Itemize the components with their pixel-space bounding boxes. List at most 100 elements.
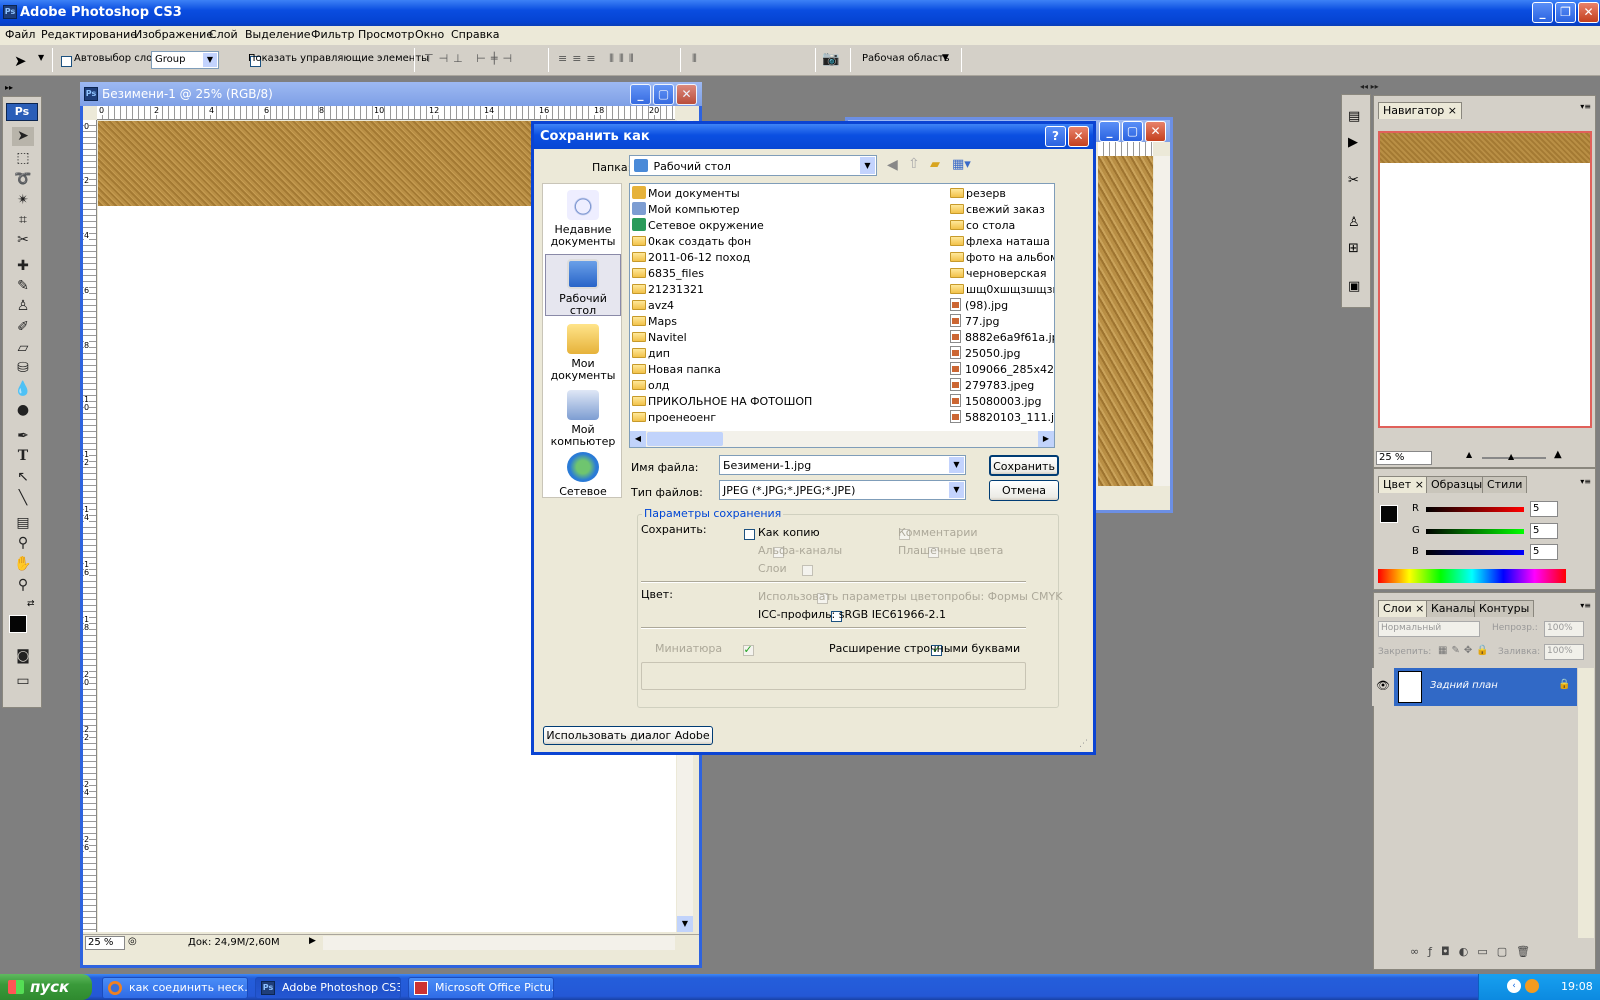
quick-mask-icon[interactable]: ◙	[12, 647, 34, 666]
layer-comps-icon[interactable]: ▣	[1348, 279, 1360, 294]
folder-item[interactable]: фото на альбом	[950, 250, 1054, 266]
scroll-thumb[interactable]	[647, 432, 723, 446]
menu-image[interactable]: Изображение	[134, 28, 213, 41]
menu-help[interactable]: Справка	[451, 28, 499, 41]
folder-item[interactable]: ПРИКОЛЬНОЕ НА ФОТОШОП	[632, 394, 812, 410]
navigator-tab[interactable]: Навигатор ×	[1378, 102, 1463, 119]
menu-layer[interactable]: Слой	[209, 28, 238, 41]
folder-item[interactable]: черноверская	[950, 266, 1046, 282]
folder-item[interactable]: 0как создать фон	[632, 234, 751, 250]
place-my-computer[interactable]: Мой компьютер	[545, 390, 621, 450]
panel-menu-icon[interactable]: ▾≡	[1580, 102, 1591, 111]
folder-item[interactable]: 6835_files	[632, 266, 704, 282]
scroll-down-icon[interactable]: ▼	[677, 916, 693, 932]
use-adobe-dialog-button[interactable]: Использовать диалог Adobe	[543, 726, 713, 745]
file-item[interactable]: 58820103_111.jpg	[950, 410, 1054, 426]
file-list[interactable]: ◀ ▶ Мои документы Мой компьютер Сетевое ок…	[629, 183, 1055, 448]
chevron-down-icon[interactable]: ▼	[949, 457, 964, 473]
autoselect-checkbox[interactable]	[61, 55, 72, 67]
layer-row[interactable]: 👁 Задний план 🔒	[1372, 668, 1577, 706]
type-tool-icon[interactable]: T	[12, 447, 34, 466]
paint-bucket-icon[interactable]: ⛁	[12, 359, 34, 378]
view-menu-icon[interactable]: ▦▾	[952, 157, 971, 172]
foreground-color-swatch[interactable]	[9, 615, 27, 633]
doc-maximize-button[interactable]: ▢	[653, 84, 674, 105]
folder-item[interactable]: дип	[632, 346, 670, 362]
file-item[interactable]: 25050.jpg	[950, 346, 1021, 362]
zoom-in-icon[interactable]: ▲	[1554, 449, 1562, 460]
magic-wand-icon[interactable]: ✴	[12, 191, 34, 210]
screen-mode-icon[interactable]: ▭	[12, 672, 34, 691]
location-item[interactable]: Мой компьютер	[632, 202, 740, 218]
navigator-zoom-field[interactable]: 25 %	[1376, 451, 1432, 465]
r-value[interactable]: 5	[1530, 501, 1558, 517]
history-panel-icon[interactable]: ▤	[1348, 109, 1360, 124]
folder-item[interactable]: проенеоенг	[632, 410, 716, 426]
file-list-hscroll[interactable]: ◀ ▶	[630, 431, 1054, 447]
folder-dropdown[interactable]: Рабочий стол ▼	[629, 155, 877, 176]
eye-icon[interactable]: 👁	[1372, 668, 1394, 706]
pen-tool-icon[interactable]: ✒	[12, 427, 34, 446]
channels-tab[interactable]: Каналы	[1426, 600, 1481, 617]
path-selection-icon[interactable]: ↖	[12, 468, 34, 487]
move-tool-icon[interactable]: ➤	[12, 127, 34, 146]
dodge-tool-icon[interactable]: ●	[12, 401, 34, 420]
place-recent[interactable]: Недавние документы	[545, 190, 621, 254]
brush-tool-icon[interactable]: ✎	[12, 277, 34, 296]
hand-tool-icon[interactable]: ✋	[12, 555, 34, 574]
b-slider[interactable]	[1426, 550, 1524, 555]
folder-item[interactable]: Navitel	[632, 330, 687, 346]
start-button[interactable]: пуск	[0, 974, 92, 1000]
help-button[interactable]: ?	[1045, 126, 1066, 147]
styles-tab[interactable]: Стили	[1482, 476, 1528, 493]
doc-minimize-button[interactable]: _	[630, 84, 651, 105]
folder-item[interactable]: 21231321	[632, 282, 704, 298]
eyedropper-icon[interactable]: ⚲	[12, 534, 34, 553]
back-icon[interactable]: ◀	[887, 157, 898, 173]
folder-item[interactable]: флеха наташа	[950, 234, 1050, 250]
paths-tab[interactable]: Контуры	[1474, 600, 1535, 617]
tray-arrow-icon[interactable]: ‹	[1507, 979, 1521, 993]
color-tab[interactable]: Цвет ×	[1378, 476, 1429, 493]
move-tool-preset-icon[interactable]: ➤	[14, 52, 27, 70]
zoom-field[interactable]: 25 %	[85, 936, 125, 950]
swap-colors-icon[interactable]: ⇄	[27, 599, 35, 609]
new-folder-icon[interactable]: ▰	[930, 157, 940, 172]
doc2-minimize-button[interactable]: _	[1099, 121, 1120, 142]
color-spectrum[interactable]	[1378, 569, 1566, 583]
dialog-close-button[interactable]: ✕	[1068, 126, 1089, 147]
blur-tool-icon[interactable]: 💧	[12, 380, 34, 399]
folder-item[interactable]: резерв	[950, 186, 1006, 202]
doc2-canvas[interactable]	[1098, 156, 1153, 486]
menu-file[interactable]: Файл	[5, 28, 35, 41]
g-value[interactable]: 5	[1530, 523, 1558, 539]
zoom-slider-thumb[interactable]: ▲	[1508, 452, 1514, 461]
scroll-right-icon[interactable]: ▶	[1038, 431, 1054, 447]
layers-scrollbar[interactable]	[1578, 668, 1594, 938]
autoselect-dropdown[interactable]: Group ▼	[151, 51, 219, 69]
g-slider[interactable]	[1426, 529, 1524, 534]
as-copy-checkbox[interactable]	[744, 528, 755, 540]
place-desktop[interactable]: Рабочий стол	[545, 254, 621, 317]
file-item[interactable]: 15080003.jpg	[950, 394, 1042, 410]
align-icons[interactable]: ⊤⊣⊥ ⊢╪⊣	[424, 52, 517, 65]
opacity-value[interactable]: 100%	[1544, 621, 1584, 637]
file-item[interactable]: 279783.jpeg	[950, 378, 1034, 394]
status-arrow-icon[interactable]: ▶	[309, 936, 316, 946]
lasso-tool-icon[interactable]: ➰	[12, 170, 34, 189]
panel-menu-icon[interactable]: ▾≡	[1580, 601, 1591, 610]
maximize-button[interactable]: ❐	[1555, 2, 1576, 23]
folder-item[interactable]: свежий заказ	[950, 202, 1045, 218]
camera-icon[interactable]: 📷	[822, 51, 839, 67]
notes-tool-icon[interactable]: ▤	[12, 514, 34, 533]
r-slider[interactable]	[1426, 507, 1524, 512]
close-button[interactable]: ✕	[1578, 2, 1599, 23]
marquee-tool-icon[interactable]: ⬚	[12, 149, 34, 168]
clone-source-icon[interactable]: ⊞	[1348, 241, 1359, 256]
color-fg-swatch[interactable]	[1380, 505, 1398, 523]
healing-brush-icon[interactable]: ✚	[12, 257, 34, 276]
chevron-down-icon[interactable]: ▼	[942, 53, 949, 63]
clone-stamp-icon[interactable]: ♙	[12, 297, 34, 316]
doc2-scrollbar[interactable]	[1154, 156, 1170, 486]
tool-presets-icon[interactable]: ✂	[1348, 173, 1359, 188]
